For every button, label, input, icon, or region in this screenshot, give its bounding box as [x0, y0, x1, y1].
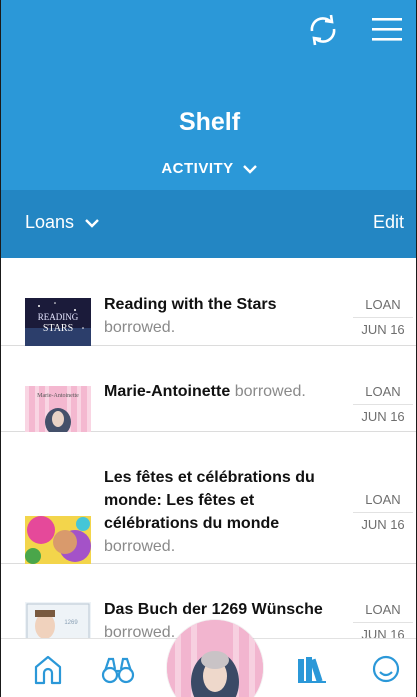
book-info: Les fêtes et célébrations du monde: Les …: [104, 466, 344, 558]
book-title: Das Buch der 1269 Wünsche: [104, 601, 323, 618]
sync-icon[interactable]: [303, 12, 343, 48]
svg-text:READING: READING: [38, 312, 79, 322]
book-status: borrowed.: [234, 383, 306, 400]
shelf-screen: Shelf ACTIVITY Loans Edit READING STARS …: [0, 0, 417, 697]
book-info: Marie-Antoinette borrowed.: [104, 380, 344, 403]
svg-text:1269: 1269: [64, 620, 78, 626]
activity-label: ACTIVITY: [161, 160, 234, 177]
list-item[interactable]: Marie-Antoinette Marie-Antoinette borrow…: [1, 346, 416, 432]
activity-dropdown[interactable]: ACTIVITY: [1, 160, 416, 177]
loan-meta: LOAN JUN 16: [353, 490, 413, 535]
chevron-down-icon: [85, 218, 99, 228]
book-cover: Marie-Antoinette: [25, 386, 91, 432]
chevron-down-icon: [242, 164, 257, 174]
svg-text:Marie-Antoinette: Marie-Antoinette: [37, 393, 79, 399]
loan-type: LOAN: [365, 602, 401, 617]
book-title: Reading with the Stars: [104, 296, 277, 313]
list-item[interactable]: READING STARS Reading with the Stars bor…: [1, 258, 416, 346]
book-cover: READING STARS: [25, 298, 91, 346]
list-item[interactable]: Les fêtes et célébrations du monde: Les …: [1, 432, 416, 564]
book-status: borrowed.: [104, 538, 176, 555]
hamburger-menu-icon[interactable]: [367, 12, 407, 48]
smiley-face-icon[interactable]: [369, 653, 403, 685]
loan-date: JUN 16: [361, 517, 405, 532]
header: Shelf ACTIVITY: [1, 0, 416, 190]
page-title: Shelf: [178, 108, 241, 136]
book-info: Reading with the Stars borrowed.: [104, 293, 344, 339]
loans-filter-dropdown[interactable]: Loans: [25, 212, 100, 233]
book-cover: [25, 516, 91, 564]
shelf-books-icon[interactable]: [295, 653, 329, 685]
loan-type: LOAN: [365, 384, 401, 399]
book-title: Les fêtes et célébrations du monde: Les …: [104, 469, 315, 532]
loan-date: JUN 16: [361, 322, 405, 337]
filter-bar: Loans Edit: [1, 190, 416, 258]
binoculars-icon[interactable]: [101, 653, 135, 685]
loan-type: LOAN: [365, 297, 401, 312]
book-status: borrowed.: [104, 319, 176, 336]
loan-date: JUN 16: [361, 409, 405, 424]
loans-filter-label: Loans: [25, 212, 75, 232]
home-icon[interactable]: [31, 653, 65, 685]
book-title: Marie-Antoinette: [104, 383, 231, 400]
edit-button[interactable]: Edit: [373, 212, 404, 233]
loan-meta: LOAN JUN 16: [353, 382, 413, 427]
svg-text:STARS: STARS: [43, 323, 73, 334]
loan-type: LOAN: [365, 492, 401, 507]
loan-meta: LOAN JUN 16: [353, 295, 413, 340]
